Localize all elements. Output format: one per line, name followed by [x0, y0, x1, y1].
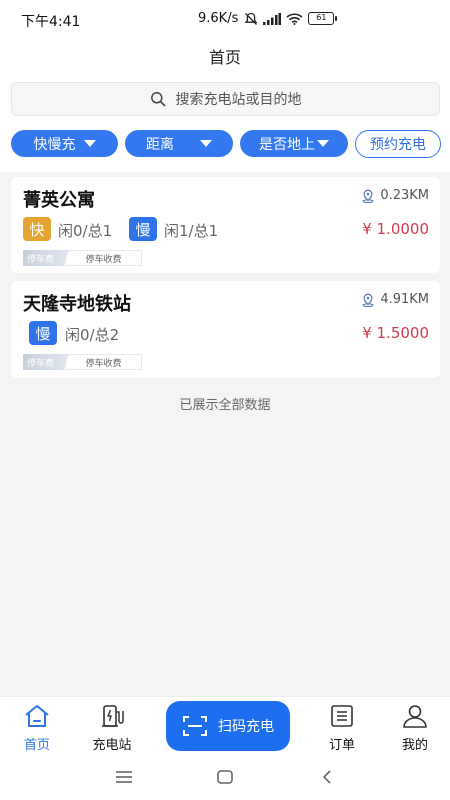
station-name: 菁英公寓 [23, 190, 95, 211]
top-panel: 搜索充电站或目的地 快慢充 距离 是否地上 预约充电 [0, 74, 450, 172]
parking-fee-tag: 停车费 停车收费 [23, 250, 142, 266]
chevron-down-icon [317, 140, 329, 147]
slow-counts: 闲1/总1 [164, 222, 219, 240]
mute-bell-icon [244, 12, 258, 25]
distance-value: 4.91KM [380, 292, 429, 307]
status-time: 下午4:41 [21, 14, 81, 30]
tab-label: 订单 [328, 738, 355, 753]
network-speed: 9.6K/s [198, 11, 239, 26]
status-icons: 61 [244, 12, 338, 26]
home-nav-icon[interactable] [213, 766, 237, 788]
parking-fee-tag: 停车费 停车收费 [23, 354, 142, 370]
wifi-icon [286, 12, 303, 25]
station-price: ¥ 1.0000 [362, 220, 429, 238]
location-pin-icon [362, 293, 374, 307]
search-input[interactable]: 搜索充电站或目的地 [11, 82, 440, 116]
system-nav-bar [0, 754, 450, 800]
filter-label: 是否地上 [259, 136, 315, 153]
user-icon [403, 705, 427, 728]
tab-label: 我的 [401, 738, 428, 753]
station-distance: 0.23KM [361, 188, 429, 203]
distance-value: 0.23KM [380, 188, 429, 203]
filter-label: 快慢充 [33, 136, 76, 153]
filter-charge-type[interactable]: 快慢充 [11, 130, 118, 157]
tab-orders[interactable]: 订单 [322, 697, 362, 755]
tab-profile[interactable]: 我的 [395, 697, 435, 755]
filter-distance[interactable]: 距离 [125, 130, 233, 157]
station-price: ¥ 1.5000 [362, 324, 429, 342]
slow-badge: 慢 [129, 217, 157, 241]
slow-counts: 闲0/总2 [65, 326, 120, 344]
station-card[interactable]: 天隆寺地铁站 4.91KM 慢 闲0/总2 ¥ 1.5000 停车费 停车收费 [11, 281, 440, 378]
status-bar: 下午4:41 9.6K/s 61 [0, 0, 450, 38]
filter-label: 距离 [146, 136, 174, 153]
slow-badge: 慢 [29, 321, 57, 345]
home-icon [25, 705, 49, 727]
page-title: 首页 [208, 48, 241, 67]
search-icon [150, 92, 165, 107]
tab-label: 充电站 [92, 738, 132, 753]
all-data-shown-note: 已展示全部数据 [179, 398, 271, 413]
scan-charge-button[interactable]: 扫码充电 [166, 701, 290, 751]
signal-icon [263, 12, 282, 25]
chevron-down-icon [200, 140, 212, 147]
chevron-down-icon [83, 140, 96, 147]
fee-label: 停车费 [23, 354, 69, 370]
fast-badge: 快 [23, 217, 51, 241]
menu-icon[interactable] [112, 766, 136, 788]
reserve-charging-button[interactable]: 预约充电 [355, 130, 441, 158]
station-name: 天隆寺地铁站 [23, 294, 131, 315]
order-list-icon [331, 705, 353, 727]
location-pin-icon [362, 189, 374, 203]
fee-value: 停车收费 [65, 354, 142, 370]
fee-value: 停车收费 [65, 250, 142, 266]
fast-counts: 闲0/总1 [58, 222, 113, 240]
station-distance: 4.91KM [361, 292, 429, 307]
station-card[interactable]: 菁英公寓 0.23KM 快 闲0/总1 慢 闲1/总1 ¥ 1.0000 停车费… [11, 177, 440, 273]
fee-label: 停车费 [23, 250, 69, 266]
back-icon[interactable] [316, 766, 340, 788]
tab-stations[interactable]: 充电站 [85, 697, 139, 755]
filter-above-ground[interactable]: 是否地上 [240, 130, 348, 157]
battery-icon: 61 [308, 12, 338, 25]
tab-home[interactable]: 首页 [18, 697, 56, 755]
search-placeholder: 搜索充电站或目的地 [175, 92, 302, 108]
charging-station-icon [102, 705, 124, 727]
scan-icon [183, 716, 207, 736]
tab-label: 首页 [23, 738, 50, 753]
header: 首页 [0, 38, 450, 74]
scan-label: 扫码充电 [218, 719, 274, 735]
filter-bar: 快慢充 距离 是否地上 预约充电 [0, 130, 450, 160]
status-right: 9.6K/s 61 [198, 11, 338, 26]
